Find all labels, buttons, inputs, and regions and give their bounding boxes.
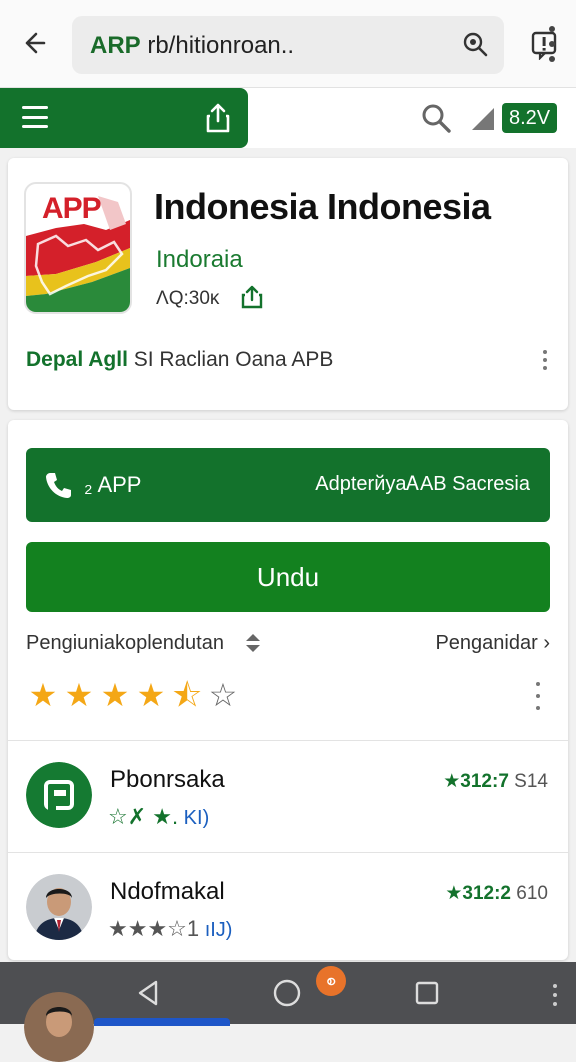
- address-bar[interactable]: ARP rb/hitionroan..: [72, 16, 557, 74]
- system-navigation-bar: စ: [0, 962, 576, 1062]
- app-icon-label: APP: [42, 192, 102, 225]
- star-empty-icon[interactable]: ☆: [206, 678, 240, 712]
- developer-link[interactable]: Indoraia: [156, 246, 243, 274]
- browser-toolbar: ARP rb/hitionroan..: [0, 0, 576, 88]
- lens-search-icon[interactable]: [460, 30, 490, 60]
- review-stars: ★★★☆1 ıIJ): [108, 916, 232, 942]
- review-stars-text: ★★★☆1: [108, 916, 200, 941]
- star-filled-icon[interactable]: ★: [134, 678, 168, 712]
- url-highlight: ARP: [90, 32, 141, 59]
- app-info-card: APP Indonesia Indonesia Indoraia ΛQ:30ĸ …: [8, 158, 568, 410]
- nav-back-icon[interactable]: [134, 978, 164, 1008]
- signal-strength-icon: [470, 104, 496, 132]
- divider: [8, 852, 568, 853]
- card-more-icon[interactable]: [540, 350, 550, 370]
- review-stars: ☆✗ ★. KI): [108, 804, 209, 830]
- url-text: ARP rb/hitionroan..: [90, 32, 294, 60]
- review-filter-label[interactable]: Pengiuniakoplendutan: [26, 632, 224, 655]
- share-icon[interactable]: [204, 102, 232, 134]
- review-sort-link[interactable]: Penganidar ›: [435, 632, 550, 655]
- app-size: ΛQ:30ĸ: [156, 288, 220, 309]
- review-score: ★312:2 610: [445, 882, 548, 905]
- app-icon[interactable]: APP: [24, 182, 132, 314]
- rating-stars[interactable]: ★ ★ ★ ★ ⯪ ☆: [26, 678, 240, 714]
- review-score-value: ★312:2: [445, 883, 512, 904]
- call-button-label: ₂ APP: [84, 472, 142, 497]
- version-badge: 8.2V: [502, 103, 558, 133]
- app-title: Indonesia Indonesia: [154, 186, 491, 227]
- sort-icon[interactable]: [244, 632, 262, 654]
- nav-more-icon[interactable]: [552, 984, 558, 1006]
- phone-icon: [44, 470, 74, 500]
- overflow-menu-icon[interactable]: [546, 26, 558, 62]
- review-score: ★312:7 S14: [443, 770, 548, 793]
- nav-home-icon[interactable]: [272, 978, 302, 1008]
- nav-recents-icon[interactable]: [414, 980, 440, 1006]
- review-meta: ıIJ): [199, 919, 233, 941]
- call-app-button[interactable]: ₂ APP AdpterйyaᎪAB Sacresia: [26, 448, 550, 522]
- app-header: 8.2V: [0, 88, 576, 148]
- hamburger-menu-icon[interactable]: [22, 106, 48, 128]
- back-arrow-icon[interactable]: [20, 28, 50, 58]
- reviewer-avatar: [26, 874, 92, 940]
- peek-progress-bar: [94, 1018, 230, 1026]
- review-score-count: 610: [511, 883, 548, 904]
- review-stars-text: ☆✗ ★.: [108, 804, 179, 829]
- tagline-lead: Depal Agll: [26, 348, 128, 371]
- star-filled-icon[interactable]: ★: [98, 678, 132, 712]
- share-small-icon[interactable]: [240, 284, 264, 310]
- reviewer-name: Pbonrsaka: [110, 766, 225, 793]
- header-nav-panel: [0, 88, 248, 148]
- review-meta: KI): [178, 807, 210, 829]
- call-button-secondary-label: AdpterйyaᎪAB Sacresia: [315, 473, 530, 495]
- review-item[interactable]: Pbonrsaka ★312:7 S14 ☆✗ ★. KI): [8, 762, 568, 872]
- url-rest: rb/hitionroan..: [140, 32, 295, 59]
- reviewer-name: Ndofmakal: [110, 878, 225, 905]
- notification-badge[interactable]: စ: [316, 966, 346, 996]
- star-filled-icon[interactable]: ★: [62, 678, 96, 712]
- star-filled-icon[interactable]: ★: [26, 678, 60, 712]
- reviewer-logo: [26, 762, 92, 828]
- rating-more-icon[interactable]: [534, 682, 542, 710]
- install-button[interactable]: Undu: [26, 542, 550, 612]
- review-score-value: ★312:7: [443, 771, 509, 792]
- tagline-tail: SI Raclian Oana APB: [127, 348, 334, 371]
- divider: [8, 740, 568, 741]
- star-half-icon[interactable]: ⯪: [170, 678, 204, 712]
- actions-reviews-card: ₂ APP AdpterйyaᎪAB Sacresia Undu Pengiun…: [8, 420, 568, 960]
- search-icon[interactable]: [420, 102, 452, 134]
- review-score-count: S14: [508, 771, 548, 792]
- app-tagline: Depal Agll SI Raclian Oana APB: [26, 348, 333, 372]
- peek-avatar: [24, 992, 94, 1062]
